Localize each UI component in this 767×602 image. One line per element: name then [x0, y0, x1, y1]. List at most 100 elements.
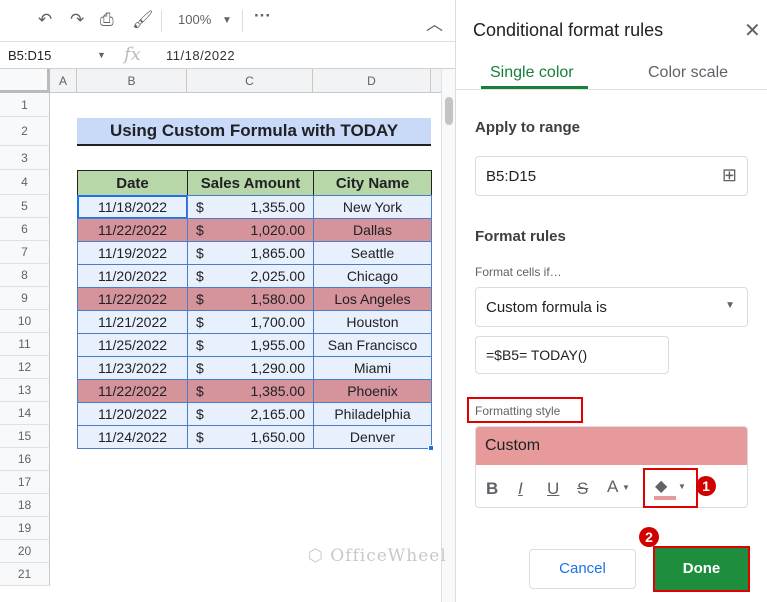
select-range-icon[interactable]: ⊞ — [722, 165, 737, 186]
print-icon[interactable]: ⎙ — [100, 10, 114, 30]
date-cell[interactable]: 11/19/2022 — [77, 241, 188, 265]
amount-cell[interactable]: $1,650.00 — [187, 425, 314, 449]
date-cell[interactable]: 11/22/2022 — [77, 287, 188, 311]
zoom-select[interactable]: 100% — [178, 12, 211, 27]
amount-cell[interactable]: $1,355.00 — [187, 195, 314, 219]
collapse-icon[interactable]: ︿ — [426, 10, 443, 35]
amount-cell[interactable]: $1,700.00 — [187, 310, 314, 334]
date-cell[interactable]: 11/25/2022 — [77, 333, 188, 357]
selection-fill-handle[interactable] — [428, 445, 434, 451]
city-cell[interactable]: Miami — [313, 356, 432, 380]
vertical-scrollbar[interactable] — [441, 69, 455, 602]
currency-symbol: $ — [196, 360, 204, 376]
date-cell[interactable]: 11/18/2022 — [77, 195, 188, 219]
range-input[interactable]: B5:D15 ⊞ — [475, 156, 748, 196]
text-color-button[interactable]: A — [607, 477, 618, 497]
city-cell[interactable]: Phoenix — [313, 379, 432, 403]
amount-cell[interactable]: $1,385.00 — [187, 379, 314, 403]
tab-single-color[interactable]: Single color — [490, 64, 574, 82]
column-header-C[interactable]: C — [187, 69, 313, 93]
table-header-cell: Sales Amount — [187, 170, 314, 196]
amount-value: 1,700.00 — [250, 314, 306, 330]
strikethrough-button[interactable]: S — [577, 479, 588, 499]
city-cell[interactable]: Houston — [313, 310, 432, 334]
date-cell[interactable]: 11/20/2022 — [77, 402, 188, 426]
amount-value: 1,650.00 — [250, 429, 306, 445]
italic-button[interactable]: I — [518, 479, 523, 499]
row-header-3[interactable]: 3 — [0, 146, 50, 170]
city-cell[interactable]: Seattle — [313, 241, 432, 265]
zoom-dropdown-icon[interactable]: ▼ — [222, 15, 232, 26]
row-header-15[interactable]: 15 — [0, 425, 50, 448]
tab-color-scale[interactable]: Color scale — [648, 64, 728, 82]
amount-value: 1,580.00 — [250, 291, 306, 307]
select-all-corner[interactable] — [0, 69, 50, 93]
step-badge-1: 1 — [696, 476, 716, 496]
condition-select[interactable]: Custom formula is ▼ — [475, 287, 748, 327]
underline-button[interactable]: U — [547, 479, 559, 499]
format-cells-if-label: Format cells if… — [475, 265, 562, 279]
cancel-button[interactable]: Cancel — [529, 549, 636, 589]
city-cell[interactable]: Philadelphia — [313, 402, 432, 426]
amount-cell[interactable]: $2,165.00 — [187, 402, 314, 426]
row-header-13[interactable]: 13 — [0, 379, 50, 402]
row-header-1[interactable]: 1 — [0, 93, 50, 117]
row-header-8[interactable]: 8 — [0, 264, 50, 287]
redo-icon[interactable]: ↷ — [70, 10, 84, 30]
row-header-21[interactable]: 21 — [0, 563, 50, 586]
column-header-B[interactable]: B — [77, 69, 187, 93]
row-header-2[interactable]: 2 — [0, 117, 50, 146]
date-cell[interactable]: 11/24/2022 — [77, 425, 188, 449]
paint-format-icon[interactable]: 🖌 — [132, 10, 154, 30]
row-header-6[interactable]: 6 — [0, 218, 50, 241]
row-header-10[interactable]: 10 — [0, 310, 50, 333]
row-header-17[interactable]: 17 — [0, 471, 50, 494]
column-header-D[interactable]: D — [313, 69, 431, 93]
row-header-12[interactable]: 12 — [0, 356, 50, 379]
date-cell[interactable]: 11/20/2022 — [77, 264, 188, 288]
fill-color-button[interactable]: ◆ ▼ — [643, 468, 698, 508]
name-box-dropdown-icon[interactable]: ▼ — [97, 50, 106, 60]
date-cell[interactable]: 11/21/2022 — [77, 310, 188, 334]
currency-symbol: $ — [196, 406, 204, 422]
formula-value-input[interactable]: =$B5= TODAY() — [475, 336, 669, 374]
row-header-18[interactable]: 18 — [0, 494, 50, 517]
city-cell[interactable]: Chicago — [313, 264, 432, 288]
amount-cell[interactable]: $1,580.00 — [187, 287, 314, 311]
amount-cell[interactable]: $2,025.00 — [187, 264, 314, 288]
apply-range-label: Apply to range — [475, 119, 581, 136]
name-box[interactable]: B5:D15 — [8, 48, 51, 63]
date-cell[interactable]: 11/22/2022 — [77, 379, 188, 403]
bold-button[interactable]: B — [486, 479, 498, 499]
row-header-16[interactable]: 16 — [0, 448, 50, 471]
formula-input[interactable]: 11/18/2022 — [166, 48, 235, 63]
amount-cell[interactable]: $1,290.00 — [187, 356, 314, 380]
amount-cell[interactable]: $1,020.00 — [187, 218, 314, 242]
row-header-11[interactable]: 11 — [0, 333, 50, 356]
close-icon[interactable]: ✕ — [744, 18, 761, 43]
column-header-A[interactable]: A — [50, 69, 77, 93]
spreadsheet-grid[interactable]: A B C D 1 2 3 4 5 6 7 8 9 10 11 12 13 14 15 16 17 18 19 20 21 Usi… — [0, 69, 441, 602]
city-cell[interactable]: Dallas — [313, 218, 432, 242]
done-button[interactable]: Done — [653, 546, 750, 592]
row-header-4[interactable]: 4 — [0, 170, 50, 195]
city-cell[interactable]: Denver — [313, 425, 432, 449]
city-cell[interactable]: San Francisco — [313, 333, 432, 357]
row-header-20[interactable]: 20 — [0, 540, 50, 563]
row-header-7[interactable]: 7 — [0, 241, 50, 264]
fx-icon: fx — [124, 44, 141, 65]
row-header-9[interactable]: 9 — [0, 287, 50, 310]
amount-cell[interactable]: $1,955.00 — [187, 333, 314, 357]
city-cell[interactable]: New York — [313, 195, 432, 219]
amount-cell[interactable]: $1,865.00 — [187, 241, 314, 265]
city-cell[interactable]: Los Angeles — [313, 287, 432, 311]
undo-icon[interactable]: ↶ — [38, 10, 52, 30]
row-header-19[interactable]: 19 — [0, 517, 50, 540]
amount-value: 1,020.00 — [250, 222, 306, 238]
row-header-14[interactable]: 14 — [0, 402, 50, 425]
date-cell[interactable]: 11/22/2022 — [77, 218, 188, 242]
more-icon[interactable]: ··· — [254, 6, 271, 26]
date-cell[interactable]: 11/23/2022 — [77, 356, 188, 380]
row-header-5[interactable]: 5 — [0, 195, 50, 218]
style-preview[interactable]: Custom — [476, 427, 747, 465]
